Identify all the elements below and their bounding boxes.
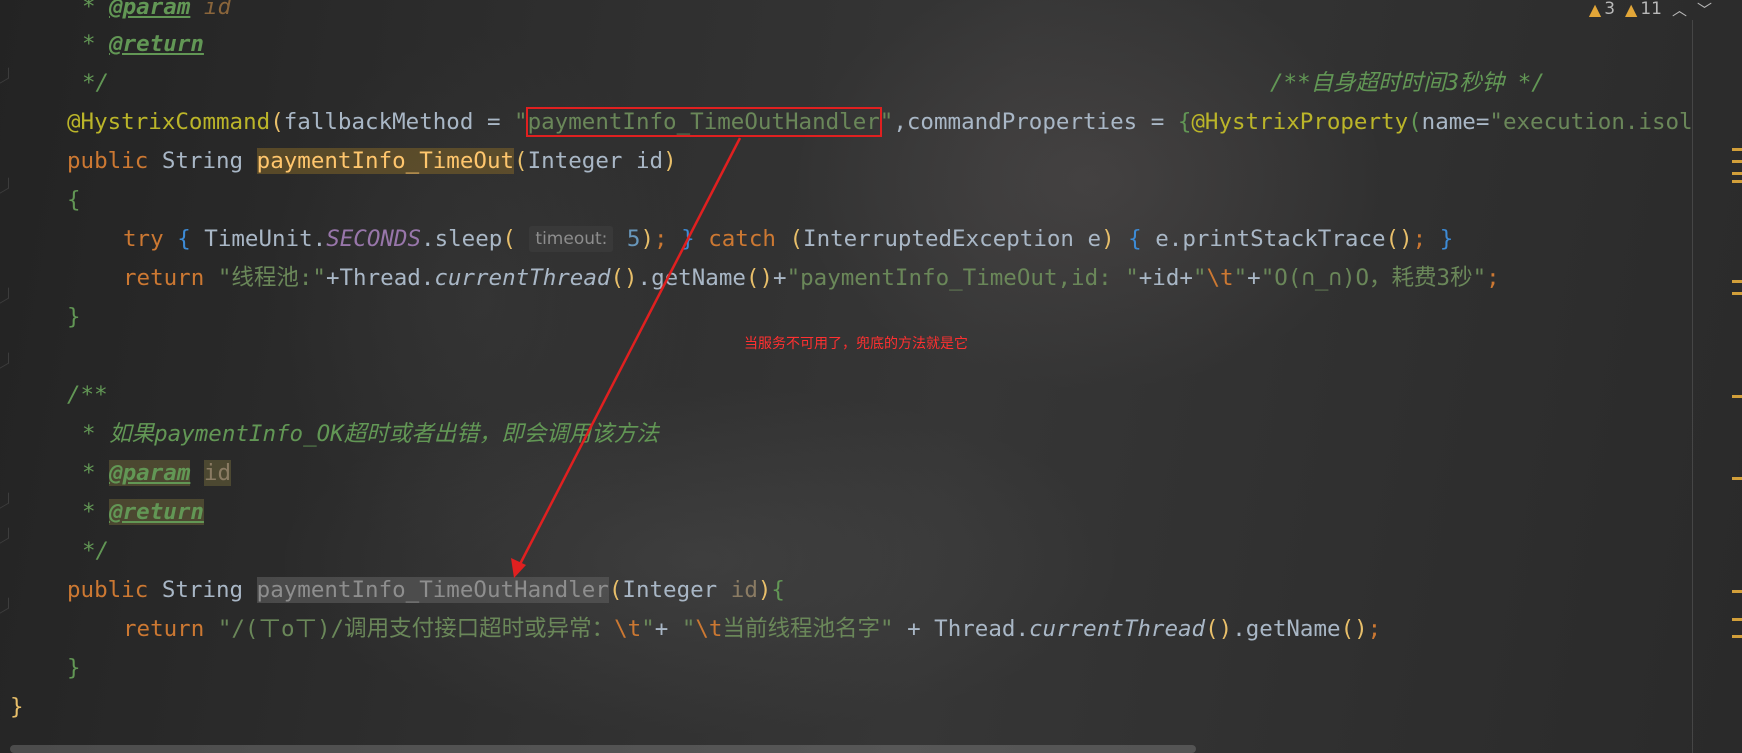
code-line-hystrix-command[interactable]: @HystrixCommand(fallbackMethod = "paymen… xyxy=(67,103,1693,141)
code-editor[interactable]: * @param id * @return */ /**自身超时时间3秒钟 */… xyxy=(0,0,1742,753)
horizontal-scrollbar[interactable] xyxy=(10,745,1196,753)
code-line-javadoc-return-2[interactable]: * @return xyxy=(82,493,204,531)
code-line-return-handler[interactable]: return "/(ㄒoㄒ)/调用支付接口超时或异常：\t"+ "\t当前线程池… xyxy=(123,610,1381,648)
javadoc-return-tag: @return xyxy=(109,31,204,57)
javadoc-return-tag-2: @return xyxy=(109,499,204,525)
code-line-try-sleep[interactable]: try { TimeUnit.SECONDS.sleep( timeout: 5… xyxy=(123,220,1453,258)
code-line-javadoc-end-2[interactable]: */ xyxy=(82,532,109,570)
code-line-class-close-brace[interactable]: } xyxy=(10,688,24,726)
code-line-javadoc-param-2[interactable]: * @param id xyxy=(82,454,232,492)
code-line-handler-signature[interactable]: public String paymentInfo_TimeOutHandler… xyxy=(67,571,785,609)
inspection-widget[interactable]: ▲ 3 ▲ 11 ︿ ﹀ xyxy=(1589,0,1712,20)
fallback-method-highlight-box: paymentInfo_TimeOutHandler xyxy=(525,107,882,137)
code-line-handler-close-brace[interactable]: } xyxy=(67,649,81,687)
chevron-up-icon[interactable]: ︿ xyxy=(1672,0,1687,20)
method-name-timeout-handler[interactable]: paymentInfo_TimeOutHandler xyxy=(256,577,609,603)
code-line-return-threadpool[interactable]: return "线程池:"+Thread.currentThread().get… xyxy=(123,259,1500,297)
warning-triangle-icon: ▲ xyxy=(1625,0,1638,19)
code-line-method-signature[interactable]: public String paymentInfo_TimeOut(Intege… xyxy=(67,142,677,180)
chevron-down-icon[interactable]: ﹀ xyxy=(1697,0,1712,20)
warnings-counter[interactable]: ▲ 3 xyxy=(1589,0,1615,19)
code-line-close-brace[interactable]: } xyxy=(67,298,81,336)
hystrix-property-annotation: @HystrixProperty xyxy=(1191,109,1409,135)
code-line-open-brace[interactable]: { xyxy=(67,181,81,219)
method-name-timeout[interactable]: paymentInfo_TimeOut xyxy=(256,148,515,174)
code-line-javadoc-description[interactable]: * 如果paymentInfo_OK超时或者出错，即会调用该方法 xyxy=(82,415,659,453)
warning-triangle-icon: ▲ xyxy=(1588,0,1602,19)
error-stripe[interactable] xyxy=(1732,0,1742,753)
javadoc-param-tag: @param xyxy=(109,0,191,20)
annotation-note: 当服务不可用了，兜底的方法就是它 xyxy=(744,336,968,352)
parameter-hint: timeout: xyxy=(529,226,614,252)
weak-warnings-counter[interactable]: ▲ 11 xyxy=(1625,0,1662,19)
code-line-javadoc-start[interactable]: /** xyxy=(67,376,108,414)
right-margin-guide xyxy=(1692,20,1693,753)
code-line-javadoc-param[interactable]: * @param id xyxy=(82,0,231,26)
fold-gutter xyxy=(0,0,10,740)
code-line-javadoc-return[interactable]: * @return xyxy=(82,25,204,63)
hystrix-command-annotation: @HystrixCommand xyxy=(67,109,271,135)
timeout-comment: /**自身超时时间3秒钟 */ xyxy=(1270,70,1545,96)
param-id-unused: id xyxy=(203,460,232,486)
javadoc-param-tag-2: @param xyxy=(109,460,191,486)
code-line-javadoc-end[interactable]: */ xyxy=(82,64,109,102)
